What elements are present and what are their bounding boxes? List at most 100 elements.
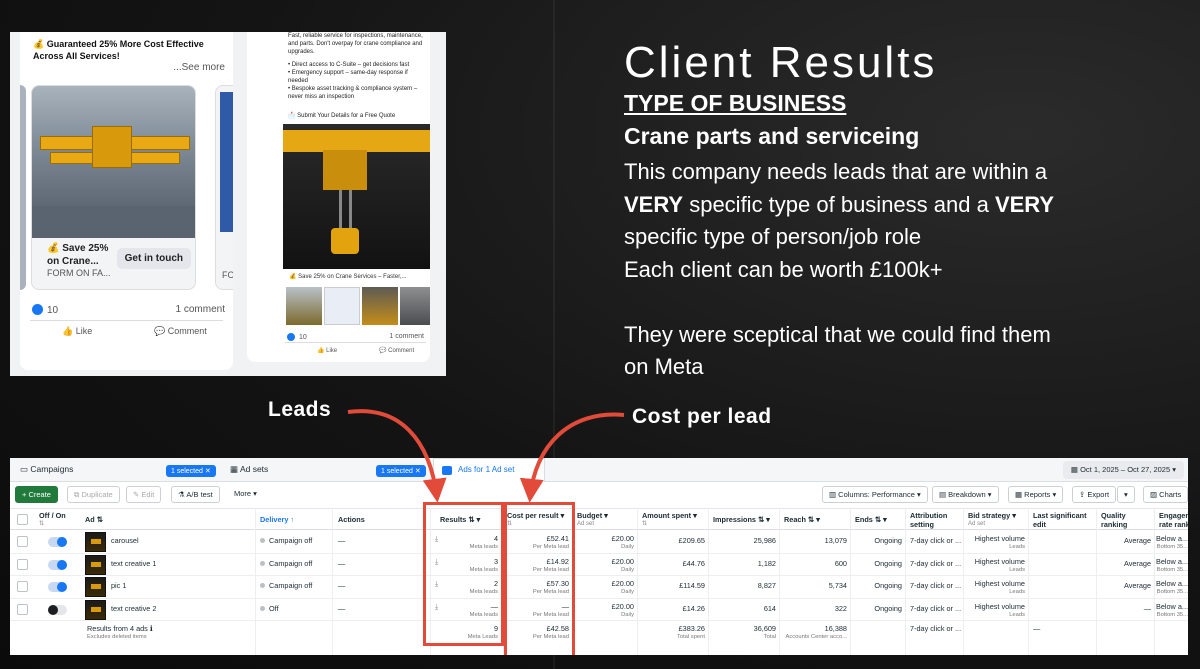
ad-body: Fast, reliable service for inspections, … [288,33,423,100]
col-amount-spent[interactable]: Amount spent ▾ ⇅ [642,511,697,529]
reports-button[interactable]: ▦ Reports ▾ [1008,486,1064,503]
slide-title: Client Results [624,38,938,87]
ad-preview-card-carousel: 💰 Guaranteed 25% More Cost Effective Acr… [20,32,233,370]
type-of-business-heading: TYPE OF BUSINESS [624,90,847,116]
charts-button[interactable]: ▨ Charts [1143,486,1188,503]
thumbs-up-icon: 👍 [317,348,327,354]
selected-badge[interactable]: 1 selected ✕ [166,465,216,477]
on-off-toggle[interactable] [48,537,67,547]
row-checkbox[interactable] [17,558,28,570]
engagement-cell: Below a... Bottom 35... [1155,534,1188,550]
ad-name[interactable]: pic 1 [111,581,126,590]
adsets-icon: ▦ [230,464,240,474]
comment-count[interactable]: 1 comment [176,304,225,315]
breadcrumb: ▭ Campaigns 1 selected ✕ ▦ Ad sets 1 sel… [10,458,1188,482]
export-dropdown[interactable]: ▾ [1117,486,1135,503]
cpr-cell: £57.30 Per Meta lead [532,579,569,595]
select-all-checkbox[interactable] [17,514,28,525]
comment-count[interactable]: 1 comment [389,333,424,340]
totals-last-edit: — [1033,624,1041,633]
description-line: They were sceptical that we could find t… [624,321,1051,347]
like-reaction-icon [287,333,295,341]
more-button[interactable]: More ▾ [228,486,263,503]
budget-cell: £20.00 Daily [611,579,634,595]
table-row[interactable]: pic 1 Campaign off — ⤓ 2 Meta leads £57.30 Per … [10,576,1188,599]
ad-thumbnail [85,599,106,620]
table-row[interactable]: text creative 2 Off — ⤓ — Meta leads — Per Meta… [10,599,1188,621]
attribution-cell: 7-day click or ... [910,581,962,590]
see-more-link[interactable]: ...See more [173,62,225,73]
engagement-cell: Below a... Bottom 35... [1155,556,1188,573]
table-row[interactable]: carousel Campaign off — ⤓ 4 Meta leads £52.41 P… [10,531,1188,554]
ends-cell: Ongoing [874,558,902,568]
impressions-cell: 614 [763,603,776,613]
campaigns-tab[interactable]: ▭ Campaigns [20,464,73,475]
ads-tab[interactable]: Ads for 1 Ad set [433,458,545,482]
delivery-status: Off [260,604,279,613]
ad-name[interactable]: text creative 2 [111,604,156,613]
amount-cell: £44.76 [682,558,705,568]
duplicate-button[interactable]: ⧉ Duplicate [67,486,120,503]
table-row[interactable]: text creative 1 Campaign off — ⤓ 3 Meta leads… [10,554,1188,576]
reach-cell: 13,079 [824,536,847,545]
breakdown-button[interactable]: ▤ Breakdown ▾ [932,486,999,503]
col-ad[interactable]: Ad ⇅ [85,515,103,524]
col-quality[interactable]: Quality ranking [1101,511,1141,529]
carousel-caption: 💰 Save 25% on Crane... [47,243,109,267]
ad-name[interactable]: text creative 1 [111,559,156,568]
ends-cell: Ongoing [874,536,902,545]
col-cost-per-result[interactable]: Cost per result ▾ ⇅ [507,511,564,529]
comment-button[interactable]: 💬 Comment [379,347,414,354]
engagement-cell: Below a... Bottom 35... [1155,601,1188,618]
get-in-touch-button[interactable]: Get in touch [116,248,191,269]
reach-cell: 5,734 [828,581,847,590]
carousel-next-card[interactable]: FO [215,85,233,290]
next-form-label: FO [222,270,233,280]
ad-name[interactable]: carousel [111,536,139,545]
on-off-toggle[interactable] [48,604,67,615]
col-impressions[interactable]: Impressions ⇅ ▾ [713,515,770,524]
col-last-edit[interactable]: Last significant edit [1033,511,1088,529]
status-dot [260,605,265,611]
columns-button[interactable]: ▥ Columns: Performance ▾ [822,486,928,503]
amount-cell: £14.26 [682,603,705,613]
col-delivery[interactable]: Delivery ↑ [260,515,294,524]
cost-per-lead-callout: Cost per lead [632,405,772,428]
export-button[interactable]: ⇪ Export [1072,486,1117,503]
like-button[interactable]: 👍 Like [62,326,92,337]
col-attribution[interactable]: Attribution setting [910,511,960,529]
on-off-toggle[interactable] [48,559,67,570]
results-cell: 3 Meta leads [469,556,498,573]
cpr-cell: £14.92 Per Meta lead [532,556,569,573]
ab-test-button[interactable]: ⚗ A/B test [171,486,220,503]
on-off-toggle[interactable] [48,582,67,592]
carousel-card[interactable]: 💰 Save 25% on Crane... Get in touch FORM… [31,85,196,290]
like-count: 10 [287,333,307,341]
quality-cell: Average [1123,558,1151,568]
col-budget[interactable]: Budget ▾ Ad set [577,511,608,529]
row-checkbox[interactable] [17,603,28,615]
leads-callout: Leads [268,398,332,421]
create-button[interactable]: + Create [15,486,58,503]
col-reach[interactable]: Reach ⇅ ▾ [784,515,820,524]
col-bid-strategy[interactable]: Bid strategy ▾ Ad set [968,511,1016,529]
like-button[interactable]: 👍 Like [317,347,337,354]
col-actions[interactable]: Actions [338,515,365,524]
ad-preview-card-image: Fast, reliable service for inspections, … [247,32,430,362]
col-engagement[interactable]: Engagement rate ranking [1159,511,1188,529]
actions-cell: — [338,558,346,568]
selected-badge[interactable]: 1 selected ✕ [376,465,426,477]
totals-cpr: £42.58 Per Meta lead [532,624,569,640]
date-range-picker[interactable]: ▦ Oct 1, 2025 – Oct 27, 2025 ▾ [1062,461,1184,479]
row-checkbox[interactable] [17,536,28,547]
impressions-cell: 1,182 [757,558,776,568]
adsets-tab[interactable]: ▦ Ad sets [230,464,268,475]
totals-attribution: 7-day click or ... [910,624,962,633]
row-checkbox[interactable] [17,581,28,592]
comment-button[interactable]: 💬 Comment [154,326,207,337]
col-ends[interactable]: Ends ⇅ ▾ [855,515,887,524]
col-onoff[interactable]: Off / On ⇅ [39,511,66,529]
edit-button[interactable]: ✎ Edit [126,486,162,503]
col-results[interactable]: Results ⇅ ▾ [440,515,480,524]
amount-cell: £209.65 [678,536,705,545]
